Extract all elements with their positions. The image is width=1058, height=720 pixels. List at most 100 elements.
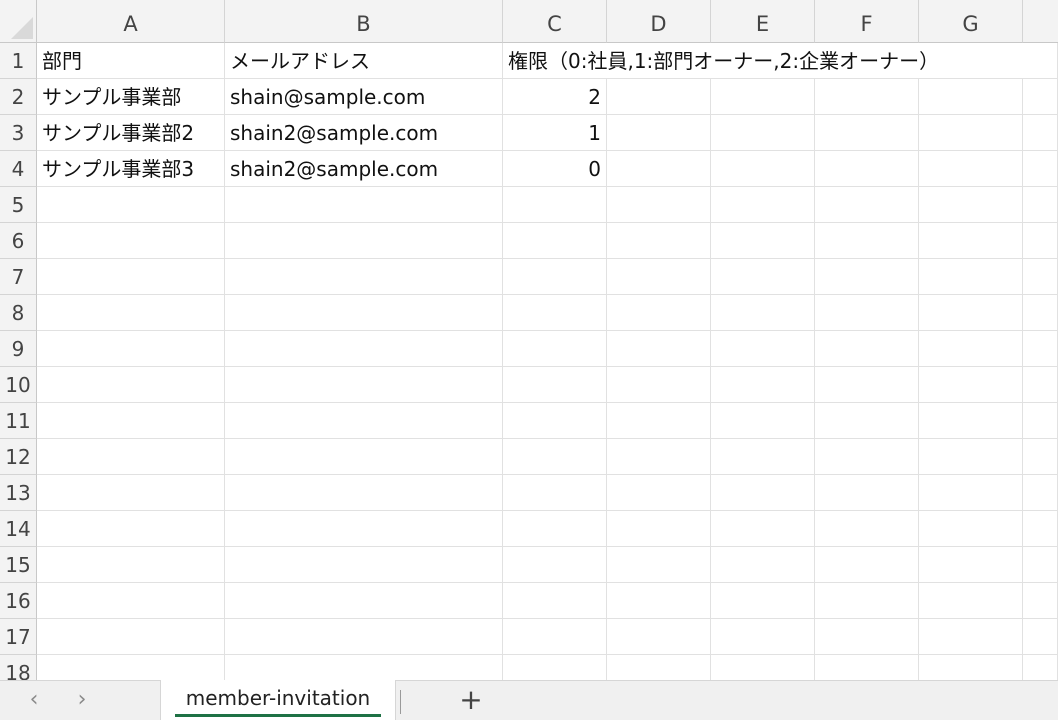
cell-f14[interactable] bbox=[815, 511, 919, 547]
cell-d7[interactable] bbox=[607, 259, 711, 295]
cell-b16[interactable] bbox=[225, 583, 503, 619]
cell-d10[interactable] bbox=[607, 367, 711, 403]
cell-d11[interactable] bbox=[607, 403, 711, 439]
cell-b17[interactable] bbox=[225, 619, 503, 655]
next-sheet-chevron-right-icon[interactable]: › bbox=[70, 689, 94, 713]
cell-d17[interactable] bbox=[607, 619, 711, 655]
cell-x8[interactable] bbox=[1023, 295, 1058, 331]
column-header-overflow[interactable] bbox=[1023, 0, 1058, 43]
cell-e5[interactable] bbox=[711, 187, 815, 223]
cell-a16[interactable] bbox=[37, 583, 225, 619]
cell-f3[interactable] bbox=[815, 115, 919, 151]
row-header-5[interactable]: 5 bbox=[0, 187, 37, 223]
row-header-13[interactable]: 13 bbox=[0, 475, 37, 511]
cell-x16[interactable] bbox=[1023, 583, 1058, 619]
cell-b13[interactable] bbox=[225, 475, 503, 511]
cell-g16[interactable] bbox=[919, 583, 1023, 619]
cell-a4[interactable]: サンプル事業部3 bbox=[37, 151, 225, 187]
cell-e14[interactable] bbox=[711, 511, 815, 547]
cell-c15[interactable] bbox=[503, 547, 607, 583]
cell-f15[interactable] bbox=[815, 547, 919, 583]
cell-g2[interactable] bbox=[919, 79, 1023, 115]
cell-c2[interactable]: 2 bbox=[503, 79, 607, 115]
cell-a8[interactable] bbox=[37, 295, 225, 331]
row-header-8[interactable]: 8 bbox=[0, 295, 37, 331]
cell-d16[interactable] bbox=[607, 583, 711, 619]
cell-f2[interactable] bbox=[815, 79, 919, 115]
cell-f9[interactable] bbox=[815, 331, 919, 367]
cell-a13[interactable] bbox=[37, 475, 225, 511]
row-header-2[interactable]: 2 bbox=[0, 79, 37, 115]
cell-g18[interactable] bbox=[919, 655, 1023, 680]
cell-a1[interactable]: 部門 bbox=[37, 43, 225, 79]
cell-e13[interactable] bbox=[711, 475, 815, 511]
row-header-4[interactable]: 4 bbox=[0, 151, 37, 187]
row-header-16[interactable]: 16 bbox=[0, 583, 37, 619]
cell-d9[interactable] bbox=[607, 331, 711, 367]
cell-d18[interactable] bbox=[607, 655, 711, 680]
cell-b2[interactable]: shain@sample.com bbox=[225, 79, 503, 115]
row-header-11[interactable]: 11 bbox=[0, 403, 37, 439]
cell-e12[interactable] bbox=[711, 439, 815, 475]
cell-x10[interactable] bbox=[1023, 367, 1058, 403]
cell-b5[interactable] bbox=[225, 187, 503, 223]
cell-c7[interactable] bbox=[503, 259, 607, 295]
cell-c18[interactable] bbox=[503, 655, 607, 680]
cell-f11[interactable] bbox=[815, 403, 919, 439]
cell-b4[interactable]: shain2@sample.com bbox=[225, 151, 503, 187]
cell-a14[interactable] bbox=[37, 511, 225, 547]
cell-c9[interactable] bbox=[503, 331, 607, 367]
row-header-18[interactable]: 18 bbox=[0, 655, 37, 680]
cell-g17[interactable] bbox=[919, 619, 1023, 655]
cell-a7[interactable] bbox=[37, 259, 225, 295]
column-header-a[interactable]: A bbox=[37, 0, 225, 43]
cell-g14[interactable] bbox=[919, 511, 1023, 547]
cell-e10[interactable] bbox=[711, 367, 815, 403]
cell-b10[interactable] bbox=[225, 367, 503, 403]
column-header-g[interactable]: G bbox=[919, 0, 1023, 43]
cell-b8[interactable] bbox=[225, 295, 503, 331]
cell-b9[interactable] bbox=[225, 331, 503, 367]
cell-g3[interactable] bbox=[919, 115, 1023, 151]
cell-d2[interactable] bbox=[607, 79, 711, 115]
cell-g12[interactable] bbox=[919, 439, 1023, 475]
row-header-1[interactable]: 1 bbox=[0, 43, 37, 79]
cell-a6[interactable] bbox=[37, 223, 225, 259]
column-header-d[interactable]: D bbox=[607, 0, 711, 43]
cell-b6[interactable] bbox=[225, 223, 503, 259]
cell-f13[interactable] bbox=[815, 475, 919, 511]
cell-d5[interactable] bbox=[607, 187, 711, 223]
cell-f7[interactable] bbox=[815, 259, 919, 295]
cell-e18[interactable] bbox=[711, 655, 815, 680]
cell-g13[interactable] bbox=[919, 475, 1023, 511]
cell-a11[interactable] bbox=[37, 403, 225, 439]
cell-f16[interactable] bbox=[815, 583, 919, 619]
cell-f18[interactable] bbox=[815, 655, 919, 680]
cell-x1[interactable] bbox=[1023, 43, 1058, 79]
cell-d12[interactable] bbox=[607, 439, 711, 475]
cell-a10[interactable] bbox=[37, 367, 225, 403]
cell-a3[interactable]: サンプル事業部2 bbox=[37, 115, 225, 151]
cell-e16[interactable] bbox=[711, 583, 815, 619]
cell-b11[interactable] bbox=[225, 403, 503, 439]
cell-x6[interactable] bbox=[1023, 223, 1058, 259]
cell-a2[interactable]: サンプル事業部 bbox=[37, 79, 225, 115]
cell-d6[interactable] bbox=[607, 223, 711, 259]
cell-d3[interactable] bbox=[607, 115, 711, 151]
cell-x14[interactable] bbox=[1023, 511, 1058, 547]
cell-x4[interactable] bbox=[1023, 151, 1058, 187]
cell-g4[interactable] bbox=[919, 151, 1023, 187]
cell-d15[interactable] bbox=[607, 547, 711, 583]
cell-x18[interactable] bbox=[1023, 655, 1058, 680]
cell-c17[interactable] bbox=[503, 619, 607, 655]
cell-f8[interactable] bbox=[815, 295, 919, 331]
cell-a5[interactable] bbox=[37, 187, 225, 223]
previous-sheet-chevron-left-icon[interactable]: ‹ bbox=[22, 689, 46, 713]
cell-f5[interactable] bbox=[815, 187, 919, 223]
cell-c3[interactable]: 1 bbox=[503, 115, 607, 151]
cell-a15[interactable] bbox=[37, 547, 225, 583]
select-all-corner[interactable] bbox=[0, 0, 37, 43]
column-header-b[interactable]: B bbox=[225, 0, 503, 43]
cell-d8[interactable] bbox=[607, 295, 711, 331]
cell-g5[interactable] bbox=[919, 187, 1023, 223]
